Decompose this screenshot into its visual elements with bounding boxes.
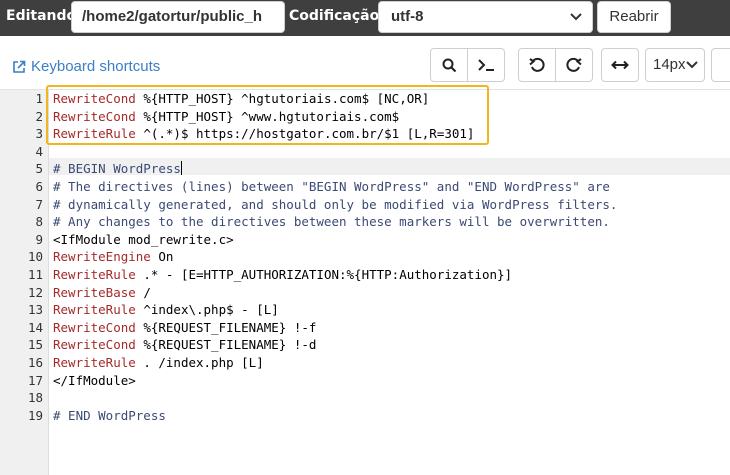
code-line: RewriteCond %{REQUEST_FILENAME} !-f — [53, 319, 617, 337]
code-keyword: RewriteRule — [53, 302, 136, 318]
code-keyword: RewriteRule — [53, 266, 136, 282]
code-text: . /index.php [L] — [135, 354, 264, 370]
line-number: 6 — [35, 178, 43, 194]
encoding-select[interactable]: utf-8 — [378, 1, 593, 33]
encoding-value: utf-8 — [391, 8, 424, 25]
code-line: # Any changes to the directives between … — [53, 213, 617, 231]
encoding-label: Codificação: — [289, 8, 385, 24]
code-text: .* - [E=HTTP_AUTHORIZATION:%{HTTP:Author… — [135, 266, 513, 282]
line-number: 18 — [27, 390, 43, 406]
line-number: 17 — [27, 372, 43, 388]
code-keyword: RewriteCond — [53, 319, 136, 335]
redo-icon — [566, 57, 582, 72]
code-editor[interactable]: 1 2 3 4 5 6 7 8 9 10 11 12 13 14 15 16 17 18 19 RewriteCon… — [0, 90, 730, 475]
code-line: RewriteCond %{REQUEST_FILENAME} !-d — [53, 336, 617, 354]
code-line: RewriteRule .* - [E=HTTP_AUTHORIZATION:%… — [53, 266, 617, 284]
toolbar-overflow-control[interactable] — [711, 48, 730, 82]
editor-top-bar: Editando: /home2/gatortur/public_h Codif… — [0, 0, 730, 36]
line-number: 1 — [35, 91, 43, 106]
line-number: 9 — [35, 231, 43, 247]
line-number: 10 — [27, 249, 43, 265]
reopen-button[interactable]: Reabrir — [597, 1, 671, 33]
code-text: # BEGIN WordPress — [53, 161, 181, 177]
code-line: RewriteRule ^index\.php$ - [L] — [53, 301, 617, 319]
font-size-select[interactable]: 14px — [645, 48, 705, 82]
code-keyword: RewriteRule — [53, 354, 136, 370]
undo-icon — [529, 57, 545, 72]
code-line: <IfModule mod_rewrite.c> — [53, 231, 617, 249]
search-button[interactable] — [430, 48, 468, 82]
line-number: 8 — [35, 214, 43, 230]
line-number: 7 — [35, 196, 43, 212]
keyboard-shortcuts-label: Keyboard shortcuts — [31, 58, 161, 75]
chevron-down-icon — [686, 61, 698, 69]
code-keyword: RewriteEngine — [53, 249, 151, 265]
font-size-value: 14px — [653, 56, 686, 73]
search-icon — [442, 58, 456, 72]
code-text: On — [150, 249, 174, 265]
code-line: # The directives (lines) between "BEGIN … — [53, 178, 617, 196]
line-numbers: 1 2 3 4 5 6 7 8 9 10 11 12 13 14 15 16 17 18 19 — [0, 90, 43, 424]
line-number: 5 — [35, 161, 43, 177]
line-number: 13 — [27, 302, 43, 318]
code-line: RewriteBase / — [53, 284, 617, 302]
line-number: 11 — [27, 266, 43, 282]
line-number: 15 — [27, 337, 43, 353]
terminal-icon — [478, 59, 494, 71]
editor-toolbar: Keyboard shortcuts 14px — [0, 36, 730, 90]
chevron-down-icon — [570, 13, 582, 21]
code-line: RewriteEngine On — [53, 248, 617, 266]
code-line: ​ — [53, 389, 617, 407]
line-number: 12 — [27, 284, 43, 300]
code-line: # dynamically generated, and should only… — [53, 196, 617, 214]
undo-button[interactable] — [518, 48, 556, 82]
code-text: # dynamically generated, and should only… — [53, 196, 618, 212]
line-number: 16 — [27, 354, 43, 370]
code-keyword: RewriteCond — [53, 337, 136, 353]
code-text: <IfModule mod_rewrite.c> — [53, 231, 234, 247]
text-cursor — [180, 161, 182, 176]
code-text: ^index\.php$ - [L] — [135, 302, 279, 318]
line-number: 2 — [35, 108, 43, 124]
line-number: 19 — [27, 407, 43, 423]
code-text: %{REQUEST_FILENAME} !-d — [135, 337, 317, 353]
code-text: # Any changes to the directives between … — [53, 214, 610, 230]
code-text: # END WordPress — [53, 407, 166, 423]
code-keyword: RewriteBase — [53, 284, 136, 300]
external-link-icon — [13, 60, 26, 73]
file-path-input[interactable]: /home2/gatortur/public_h — [71, 1, 285, 33]
code-text: %{REQUEST_FILENAME} !-f — [135, 319, 317, 335]
line-number: 14 — [27, 319, 43, 335]
code-line: # END WordPress — [53, 407, 617, 425]
line-number: 3 — [35, 126, 43, 142]
highlighted-redirect-rules-box — [46, 85, 489, 145]
keyboard-shortcuts-link[interactable]: Keyboard shortcuts — [12, 58, 160, 75]
code-line: </IfModule> — [53, 372, 617, 390]
code-line: # BEGIN WordPress — [53, 160, 617, 178]
code-text: / — [135, 284, 151, 300]
code-text: </IfModule> — [53, 372, 136, 388]
code-line: RewriteRule . /index.php [L] — [53, 354, 617, 372]
line-number: 4 — [35, 143, 43, 159]
wrap-toggle-button[interactable] — [601, 48, 639, 82]
redo-button[interactable] — [555, 48, 593, 82]
code-line: ​ — [53, 143, 617, 161]
wrap-arrows-icon — [611, 60, 629, 70]
terminal-button[interactable] — [467, 48, 505, 82]
code-text: # The directives (lines) between "BEGIN … — [53, 178, 610, 194]
